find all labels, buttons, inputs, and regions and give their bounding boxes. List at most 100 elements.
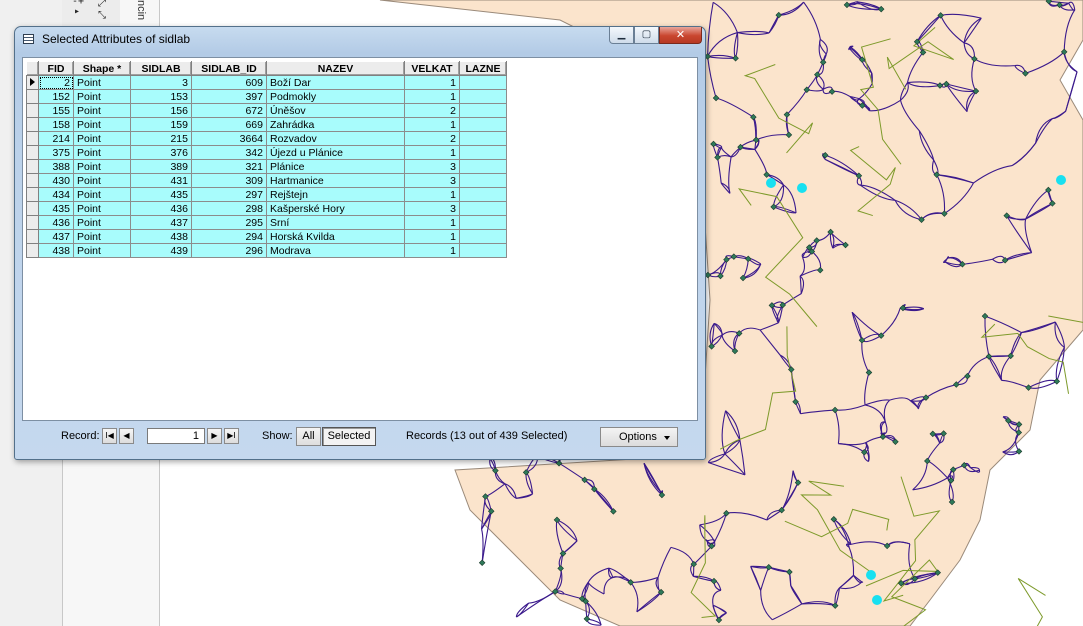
cell-lazne[interactable] [459,131,507,146]
cell-velkat[interactable]: 2 [404,131,460,146]
selected-settlement-point[interactable] [766,178,776,188]
previous-record-button[interactable]: ◀ [119,428,134,444]
cell-sidlab-id[interactable]: 294 [191,229,267,244]
row-selector[interactable] [26,173,39,188]
cell-sidlab-id[interactable]: 296 [191,243,267,258]
cell-nazev[interactable]: Hartmanice [266,173,405,188]
cell-fid[interactable]: 436 [38,215,74,230]
cell-sidlab-id[interactable]: 397 [191,89,267,104]
cell-velkat[interactable]: 3 [404,201,460,216]
last-record-button[interactable]: ▶I [224,428,239,444]
selected-settlement-point[interactable] [1056,175,1066,185]
cell-fid[interactable]: 375 [38,145,74,160]
table-row[interactable]: 214 Point 215 3664 Rozvadov 2 [26,131,507,146]
cell-lazne[interactable] [459,159,507,174]
cell-shape[interactable]: Point [73,243,131,258]
cell-nazev[interactable]: Zahrádka [266,117,405,132]
cell-lazne[interactable] [459,89,507,104]
first-record-button[interactable]: I◀ [102,428,117,444]
cell-sidlab[interactable]: 435 [130,187,192,202]
cell-nazev[interactable]: Kašperské Hory [266,201,405,216]
cell-sidlab-id[interactable]: 672 [191,103,267,118]
cell-velkat[interactable]: 1 [404,117,460,132]
cell-velkat[interactable]: 1 [404,145,460,160]
cell-nazev[interactable]: Modrava [266,243,405,258]
column-header-lazne[interactable]: LAZNE [459,61,507,76]
cell-nazev[interactable]: Boží Dar [266,75,405,90]
minimize-button[interactable]: ▁ [609,27,634,44]
cell-lazne[interactable] [459,243,507,258]
cell-sidlab[interactable]: 437 [130,215,192,230]
close-button[interactable]: ✕ [659,27,702,44]
cell-fid[interactable]: 214 [38,131,74,146]
cell-nazev[interactable]: Horská Kvilda [266,229,405,244]
cell-sidlab[interactable]: 159 [130,117,192,132]
cell-nazev[interactable]: Podmokly [266,89,405,104]
selected-settlement-point[interactable] [872,595,882,605]
table-row[interactable]: 155 Point 156 672 Úněšov 2 [26,103,507,118]
cell-lazne[interactable] [459,187,507,202]
row-selector[interactable] [26,243,39,258]
cell-lazne[interactable] [459,215,507,230]
cell-lazne[interactable] [459,75,507,90]
zoom-extent-icon[interactable]: ⤡ [98,10,106,21]
window-titlebar[interactable]: Selected Attributes of sidlab ▁ ▢ ✕ [15,27,705,51]
cell-sidlab-id[interactable]: 669 [191,117,267,132]
table-row[interactable]: 388 Point 389 321 Plánice 3 [26,159,507,174]
cell-velkat[interactable]: 1 [404,187,460,202]
column-header-sidlab-id[interactable]: SIDLAB_ID [191,61,267,76]
column-header-fid[interactable]: FID [38,61,74,76]
cell-velkat[interactable]: 1 [404,89,460,104]
row-selector[interactable] [26,131,39,146]
row-selector[interactable] [26,89,39,104]
cell-fid[interactable]: 388 [38,159,74,174]
cell-velkat[interactable]: 2 [404,103,460,118]
table-row[interactable]: 436 Point 437 295 Srní 1 [26,215,507,230]
cell-fid[interactable]: 430 [38,173,74,188]
row-selector[interactable] [26,215,39,230]
row-selector[interactable] [26,187,39,202]
next-record-button[interactable]: ▶ [207,428,222,444]
selected-settlement-point[interactable] [866,570,876,580]
cell-shape[interactable]: Point [73,173,131,188]
table-row[interactable]: 152 Point 153 397 Podmokly 1 [26,89,507,104]
column-header-shape[interactable]: Shape * [73,61,131,76]
show-all-button[interactable]: All [296,427,321,446]
cell-nazev[interactable]: Rozvadov [266,131,405,146]
row-selector[interactable] [26,159,39,174]
cell-shape[interactable]: Point [73,159,131,174]
row-selector[interactable] [26,229,39,244]
cell-sidlab[interactable]: 431 [130,173,192,188]
options-button[interactable]: Options [600,427,678,447]
row-selector[interactable] [26,103,39,118]
select-arrow-icon[interactable]: ▸ [74,6,80,17]
cell-sidlab[interactable]: 153 [130,89,192,104]
cell-fid[interactable]: 2 [38,75,74,90]
cell-sidlab-id[interactable]: 297 [191,187,267,202]
cell-shape[interactable]: Point [73,103,131,118]
cell-sidlab-id[interactable]: 295 [191,215,267,230]
cell-shape[interactable]: Point [73,117,131,132]
cell-shape[interactable]: Point [73,187,131,202]
table-row[interactable]: 435 Point 436 298 Kašperské Hory 3 [26,201,507,216]
cell-fid[interactable]: 437 [38,229,74,244]
row-selector-header[interactable] [26,61,39,76]
cell-lazne[interactable] [459,145,507,160]
cell-fid[interactable]: 152 [38,89,74,104]
cell-sidlab[interactable]: 436 [130,201,192,216]
cell-fid[interactable]: 438 [38,243,74,258]
cell-sidlab-id[interactable]: 321 [191,159,267,174]
table-row[interactable]: 437 Point 438 294 Horská Kvilda 1 [26,229,507,244]
cell-lazne[interactable] [459,103,507,118]
cell-sidlab-id[interactable]: 609 [191,75,267,90]
cell-shape[interactable]: Point [73,229,131,244]
table-row[interactable]: 434 Point 435 297 Rejštejn 1 [26,187,507,202]
table-row[interactable]: 438 Point 439 296 Modrava 1 [26,243,507,258]
cell-sidlab[interactable]: 156 [130,103,192,118]
table-row[interactable]: 375 Point 376 342 Újezd u Plánice 1 [26,145,507,160]
cell-lazne[interactable] [459,117,507,132]
cell-shape[interactable]: Point [73,215,131,230]
cell-velkat[interactable]: 1 [404,75,460,90]
cell-velkat[interactable]: 1 [404,243,460,258]
show-selected-button[interactable]: Selected [322,427,376,446]
